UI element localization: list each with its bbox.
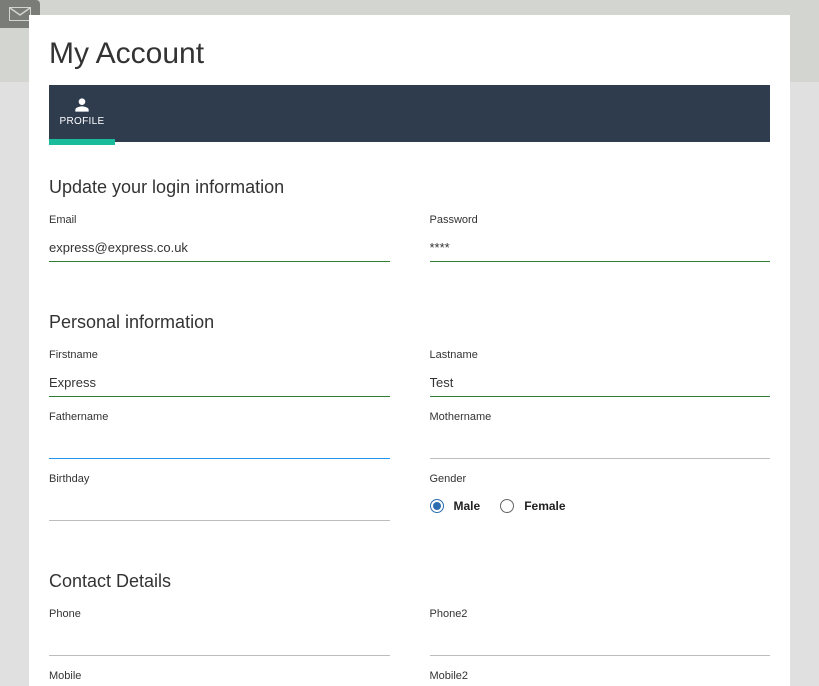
mothername-label: Mothername (430, 411, 771, 423)
email-field[interactable] (49, 230, 390, 262)
form-area: Update your login information Email Pass… (29, 145, 790, 686)
section-login-title: Update your login information (49, 177, 770, 198)
tab-bar: PROFILE (49, 85, 770, 142)
password-label: Password (430, 214, 771, 226)
account-card: My Account PROFILE Update your login inf… (29, 15, 790, 686)
birthday-field[interactable] (49, 489, 390, 521)
lastname-label: Lastname (430, 349, 771, 361)
password-field[interactable] (430, 230, 771, 262)
mobile-label: Mobile (49, 670, 390, 682)
gender-male-label: Male (454, 499, 481, 513)
phone-label: Phone (49, 608, 390, 620)
phone-field[interactable] (49, 624, 390, 656)
firstname-label: Firstname (49, 349, 390, 361)
tab-profile-label: PROFILE (60, 116, 105, 127)
section-personal-title: Personal information (49, 312, 770, 333)
firstname-field[interactable] (49, 365, 390, 397)
birthday-label: Birthday (49, 473, 390, 485)
fathername-field[interactable] (49, 427, 390, 459)
mothername-field[interactable] (430, 427, 771, 459)
lastname-field[interactable] (430, 365, 771, 397)
phone2-field[interactable] (430, 624, 771, 656)
gender-male-radio[interactable] (430, 499, 444, 513)
email-label: Email (49, 214, 390, 226)
fathername-label: Fathername (49, 411, 390, 423)
gender-female-radio[interactable] (500, 499, 514, 513)
gender-female-label: Female (524, 499, 565, 513)
tab-profile[interactable]: PROFILE (49, 85, 115, 142)
section-contact-title: Contact Details (49, 571, 770, 592)
user-icon (74, 97, 90, 113)
page-title: My Account (29, 15, 790, 85)
phone2-label: Phone2 (430, 608, 771, 620)
mobile2-label: Mobile2 (430, 670, 771, 682)
gender-label: Gender (430, 473, 771, 485)
